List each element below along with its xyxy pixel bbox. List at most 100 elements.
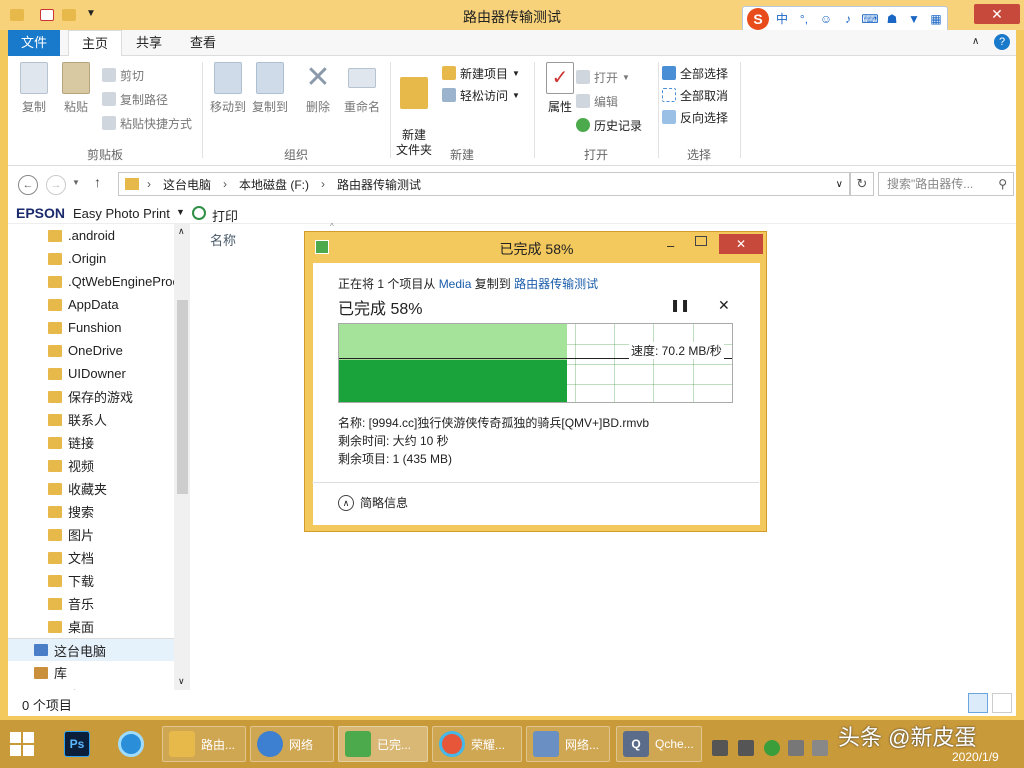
- nav-item[interactable]: 桌面: [8, 615, 174, 638]
- recent-dropdown-icon[interactable]: ▼: [72, 178, 80, 187]
- details-view-icon[interactable]: [968, 693, 988, 713]
- keyboard-icon[interactable]: ⌨: [861, 10, 879, 28]
- epson-app-button[interactable]: Easy Photo Print: [73, 206, 170, 221]
- ime-lang[interactable]: 中: [773, 10, 791, 28]
- microphone-icon[interactable]: ♪: [839, 10, 857, 28]
- nav-item[interactable]: 联系人: [8, 408, 174, 431]
- taskbar-explorer[interactable]: 路由...: [162, 726, 246, 762]
- shirt-icon[interactable]: ▼: [905, 10, 923, 28]
- taskbar-browser[interactable]: [112, 726, 154, 762]
- sogou-logo-icon[interactable]: S: [747, 8, 769, 30]
- nav-item[interactable]: 搜索: [8, 500, 174, 523]
- breadcrumb-this-pc[interactable]: 这台电脑: [163, 176, 211, 193]
- large-icons-view-icon[interactable]: [992, 693, 1012, 713]
- taskbar-qcheck[interactable]: Q Qche...: [616, 726, 702, 762]
- invert-selection-button[interactable]: 反向选择: [662, 108, 728, 126]
- column-header-name[interactable]: 名称: [210, 230, 236, 249]
- punctuation-icon[interactable]: °,: [795, 10, 813, 28]
- less-details-button[interactable]: ∧ 简略信息: [338, 494, 408, 511]
- dialog-minimize-button[interactable]: –: [667, 238, 674, 253]
- nav-item[interactable]: AppData: [8, 293, 174, 316]
- tab-home[interactable]: 主页: [68, 30, 122, 56]
- rename-button[interactable]: 重命名: [340, 62, 384, 115]
- destination-link[interactable]: 路由器传输测试: [514, 277, 598, 291]
- edit-button[interactable]: 编辑: [576, 92, 618, 110]
- collapse-ribbon-icon[interactable]: ∧: [972, 36, 979, 47]
- epson-dropdown-icon[interactable]: ▼: [176, 207, 185, 217]
- tray-app-icon[interactable]: [712, 740, 728, 756]
- nav-item[interactable]: 音乐: [8, 592, 174, 615]
- tab-file[interactable]: 文件: [8, 30, 60, 56]
- copy-to-button[interactable]: 复制到: [248, 62, 292, 115]
- folder-icon: [48, 620, 62, 633]
- taskbar-network-2[interactable]: 网络...: [526, 726, 610, 762]
- copy-path-button[interactable]: 复制路径: [102, 90, 168, 108]
- new-folder-button[interactable]: 新建 文件夹: [394, 62, 434, 158]
- user-icon[interactable]: ☗: [883, 10, 901, 28]
- cancel-copy-button[interactable]: ✕: [718, 297, 730, 314]
- source-link[interactable]: Media: [439, 277, 472, 291]
- nav-item[interactable]: 文档: [8, 546, 174, 569]
- tray-app-icon[interactable]: [764, 740, 780, 756]
- tab-view[interactable]: 查看: [176, 30, 230, 56]
- nav-item[interactable]: 收藏夹: [8, 477, 174, 500]
- taskbar-copy-progress[interactable]: 已完...: [338, 726, 428, 762]
- address-dropdown-icon[interactable]: ∨: [836, 179, 843, 190]
- move-to-button[interactable]: 移动到: [206, 62, 250, 115]
- start-button[interactable]: [10, 732, 36, 756]
- emoji-icon[interactable]: ☺: [817, 10, 835, 28]
- breadcrumb-current[interactable]: 路由器传输测试: [337, 176, 421, 193]
- taskbar-photoshop[interactable]: Ps: [58, 726, 100, 762]
- nav-item[interactable]: .android: [8, 224, 174, 247]
- tray-app-icon[interactable]: [788, 740, 804, 756]
- nav-item[interactable]: 这台电脑: [8, 638, 174, 661]
- scroll-down-icon[interactable]: ∨: [178, 676, 185, 687]
- scroll-up-icon[interactable]: ∧: [178, 226, 185, 237]
- help-icon[interactable]: ?: [994, 34, 1010, 50]
- open-button[interactable]: 打开 ▼: [576, 68, 630, 86]
- search-icon[interactable]: ⚲: [998, 173, 1007, 195]
- paste-button[interactable]: 粘贴: [54, 62, 98, 115]
- dialog-maximize-button[interactable]: [695, 236, 707, 246]
- select-none-button[interactable]: 全部取消: [662, 86, 728, 104]
- folder-icon: [48, 482, 62, 495]
- nav-scroll-thumb[interactable]: [177, 300, 188, 494]
- tray-app-icon[interactable]: [738, 740, 754, 756]
- nav-item[interactable]: 下载: [8, 569, 174, 592]
- nav-item[interactable]: 图片: [8, 523, 174, 546]
- nav-item[interactable]: 库: [8, 661, 174, 684]
- nav-item[interactable]: 视频: [8, 454, 174, 477]
- delete-button[interactable]: ✕ 删除: [296, 62, 340, 115]
- dialog-close-button[interactable]: ✕: [719, 234, 763, 254]
- nav-item[interactable]: UIDowner: [8, 362, 174, 385]
- nav-item[interactable]: Funshion: [8, 316, 174, 339]
- nav-item[interactable]: 保存的游戏: [8, 385, 174, 408]
- easy-access-button[interactable]: 轻松访问 ▼: [442, 86, 520, 104]
- grid-icon[interactable]: ▦: [927, 10, 945, 28]
- tab-share[interactable]: 共享: [122, 30, 176, 56]
- nav-item[interactable]: .Origin: [8, 247, 174, 270]
- search-input[interactable]: 搜索"路由器传... ⚲: [878, 172, 1014, 196]
- taskbar-network[interactable]: 网络: [250, 726, 334, 762]
- history-button[interactable]: 历史记录: [576, 116, 642, 134]
- nav-item[interactable]: 链接: [8, 431, 174, 454]
- pause-button[interactable]: ❚❚: [670, 298, 690, 312]
- back-button[interactable]: ←: [18, 175, 38, 195]
- forward-button[interactable]: →: [46, 175, 66, 195]
- select-all-button[interactable]: 全部选择: [662, 64, 728, 82]
- cut-button[interactable]: 剪切: [102, 66, 144, 84]
- close-button[interactable]: ✕: [974, 4, 1020, 24]
- nav-item[interactable]: OneDrive: [8, 339, 174, 362]
- address-bar[interactable]: › 这台电脑 › 本地磁盘 (F:) › 路由器传输测试 ∨: [118, 172, 850, 196]
- print-button[interactable]: 打印: [212, 206, 238, 225]
- nav-item[interactable]: .QtWebEngineProc: [8, 270, 174, 293]
- paste-shortcut-button[interactable]: 粘贴快捷方式: [102, 114, 192, 132]
- up-button[interactable]: ↑: [94, 174, 101, 190]
- copy-button[interactable]: 复制: [12, 62, 56, 115]
- breadcrumb-drive[interactable]: 本地磁盘 (F:): [239, 176, 309, 193]
- new-item-button[interactable]: 新建项目 ▼: [442, 64, 520, 82]
- tray-app-icon[interactable]: [812, 740, 828, 756]
- taskbar-honor[interactable]: 荣耀...: [432, 726, 522, 762]
- refresh-button[interactable]: ↻: [850, 172, 874, 196]
- clock-date[interactable]: 2020/1/9: [952, 750, 999, 764]
